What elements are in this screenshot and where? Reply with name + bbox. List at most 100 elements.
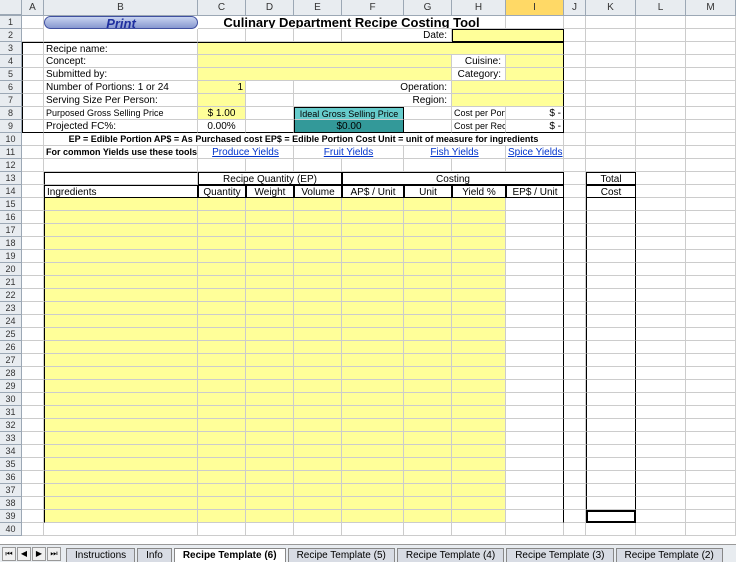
col-B[interactable]: B <box>44 0 198 15</box>
cost-cell[interactable] <box>586 354 636 367</box>
ep-unit-cell[interactable] <box>506 471 564 484</box>
quantity-cell[interactable] <box>198 328 246 341</box>
yield-cell[interactable] <box>452 315 506 328</box>
region-input[interactable] <box>452 94 564 107</box>
unit-cell[interactable] <box>404 367 452 380</box>
weight-cell[interactable] <box>246 406 294 419</box>
cost-cell[interactable] <box>586 341 636 354</box>
unit-cell[interactable] <box>404 276 452 289</box>
serving-size-input[interactable] <box>198 94 246 107</box>
ep-unit-cell[interactable] <box>506 406 564 419</box>
volume-cell[interactable] <box>294 471 342 484</box>
yield-cell[interactable] <box>452 211 506 224</box>
cuisine-input[interactable] <box>506 55 564 68</box>
volume-cell[interactable] <box>294 497 342 510</box>
ap-unit-cell[interactable] <box>342 419 404 432</box>
weight-cell[interactable] <box>246 432 294 445</box>
ep-unit-cell[interactable] <box>506 484 564 497</box>
quantity-cell[interactable] <box>198 250 246 263</box>
ep-unit-cell[interactable] <box>506 250 564 263</box>
ingredient-cell[interactable] <box>44 354 198 367</box>
unit-cell[interactable] <box>404 315 452 328</box>
unit-cell[interactable] <box>404 393 452 406</box>
tab-nav-last[interactable]: ⏭ <box>47 547 61 561</box>
cost-cell[interactable] <box>586 458 636 471</box>
quantity-cell[interactable] <box>198 354 246 367</box>
quantity-cell[interactable] <box>198 276 246 289</box>
ingredient-cell[interactable] <box>44 484 198 497</box>
sheet-tab[interactable]: Recipe Template (4) <box>397 548 504 562</box>
unit-cell[interactable] <box>404 419 452 432</box>
ap-unit-cell[interactable] <box>342 263 404 276</box>
unit-cell[interactable] <box>404 380 452 393</box>
weight-cell[interactable] <box>246 263 294 276</box>
quantity-cell[interactable] <box>198 484 246 497</box>
quantity-cell[interactable] <box>198 237 246 250</box>
col-H[interactable]: H <box>452 0 506 15</box>
ingredient-cell[interactable] <box>44 289 198 302</box>
cost-cell[interactable] <box>586 263 636 276</box>
unit-cell[interactable] <box>404 250 452 263</box>
quantity-cell[interactable] <box>198 510 246 523</box>
volume-cell[interactable] <box>294 419 342 432</box>
ingredient-cell[interactable] <box>44 302 198 315</box>
quantity-cell[interactable] <box>198 198 246 211</box>
ingredient-cell[interactable] <box>44 315 198 328</box>
unit-cell[interactable] <box>404 406 452 419</box>
ingredient-cell[interactable] <box>44 263 198 276</box>
yield-cell[interactable] <box>452 263 506 276</box>
fruit-yields-link[interactable]: Fruit Yields <box>294 146 404 159</box>
cost-cell[interactable] <box>586 289 636 302</box>
quantity-cell[interactable] <box>198 393 246 406</box>
volume-cell[interactable] <box>294 198 342 211</box>
cost-cell[interactable] <box>586 419 636 432</box>
weight-cell[interactable] <box>246 445 294 458</box>
weight-cell[interactable] <box>246 302 294 315</box>
date-input[interactable] <box>452 29 564 42</box>
unit-cell[interactable] <box>404 328 452 341</box>
weight-cell[interactable] <box>246 341 294 354</box>
operation-input[interactable] <box>452 81 564 94</box>
weight-cell[interactable] <box>246 393 294 406</box>
yield-cell[interactable] <box>452 510 506 523</box>
ap-unit-cell[interactable] <box>342 302 404 315</box>
weight-cell[interactable] <box>246 484 294 497</box>
unit-cell[interactable] <box>404 237 452 250</box>
ap-unit-cell[interactable] <box>342 328 404 341</box>
yield-cell[interactable] <box>452 445 506 458</box>
ep-unit-cell[interactable] <box>506 211 564 224</box>
unit-cell[interactable] <box>404 302 452 315</box>
quantity-cell[interactable] <box>198 432 246 445</box>
ingredient-cell[interactable] <box>44 393 198 406</box>
cost-cell[interactable] <box>586 276 636 289</box>
weight-cell[interactable] <box>246 380 294 393</box>
volume-cell[interactable] <box>294 341 342 354</box>
unit-cell[interactable] <box>404 445 452 458</box>
ap-unit-cell[interactable] <box>342 224 404 237</box>
quantity-cell[interactable] <box>198 367 246 380</box>
weight-cell[interactable] <box>246 367 294 380</box>
volume-cell[interactable] <box>294 393 342 406</box>
unit-cell[interactable] <box>404 198 452 211</box>
col-I[interactable]: I <box>506 0 564 15</box>
weight-cell[interactable] <box>246 250 294 263</box>
yield-cell[interactable] <box>452 224 506 237</box>
weight-cell[interactable] <box>246 328 294 341</box>
ingredient-cell[interactable] <box>44 497 198 510</box>
col-F[interactable]: F <box>342 0 404 15</box>
unit-cell[interactable] <box>404 263 452 276</box>
ingredient-cell[interactable] <box>44 406 198 419</box>
cost-cell[interactable] <box>586 380 636 393</box>
ap-unit-cell[interactable] <box>342 250 404 263</box>
cost-cell[interactable] <box>586 302 636 315</box>
quantity-cell[interactable] <box>198 224 246 237</box>
ingredient-cell[interactable] <box>44 211 198 224</box>
yield-cell[interactable] <box>452 484 506 497</box>
spice-yields-link[interactable]: Spice Yields <box>506 146 564 159</box>
col-D[interactable]: D <box>246 0 294 15</box>
col-L[interactable]: L <box>636 0 686 15</box>
ingredient-cell[interactable] <box>44 445 198 458</box>
ap-unit-cell[interactable] <box>342 458 404 471</box>
purposed-value[interactable]: $ 1.00 <box>198 107 246 120</box>
quantity-cell[interactable] <box>198 289 246 302</box>
